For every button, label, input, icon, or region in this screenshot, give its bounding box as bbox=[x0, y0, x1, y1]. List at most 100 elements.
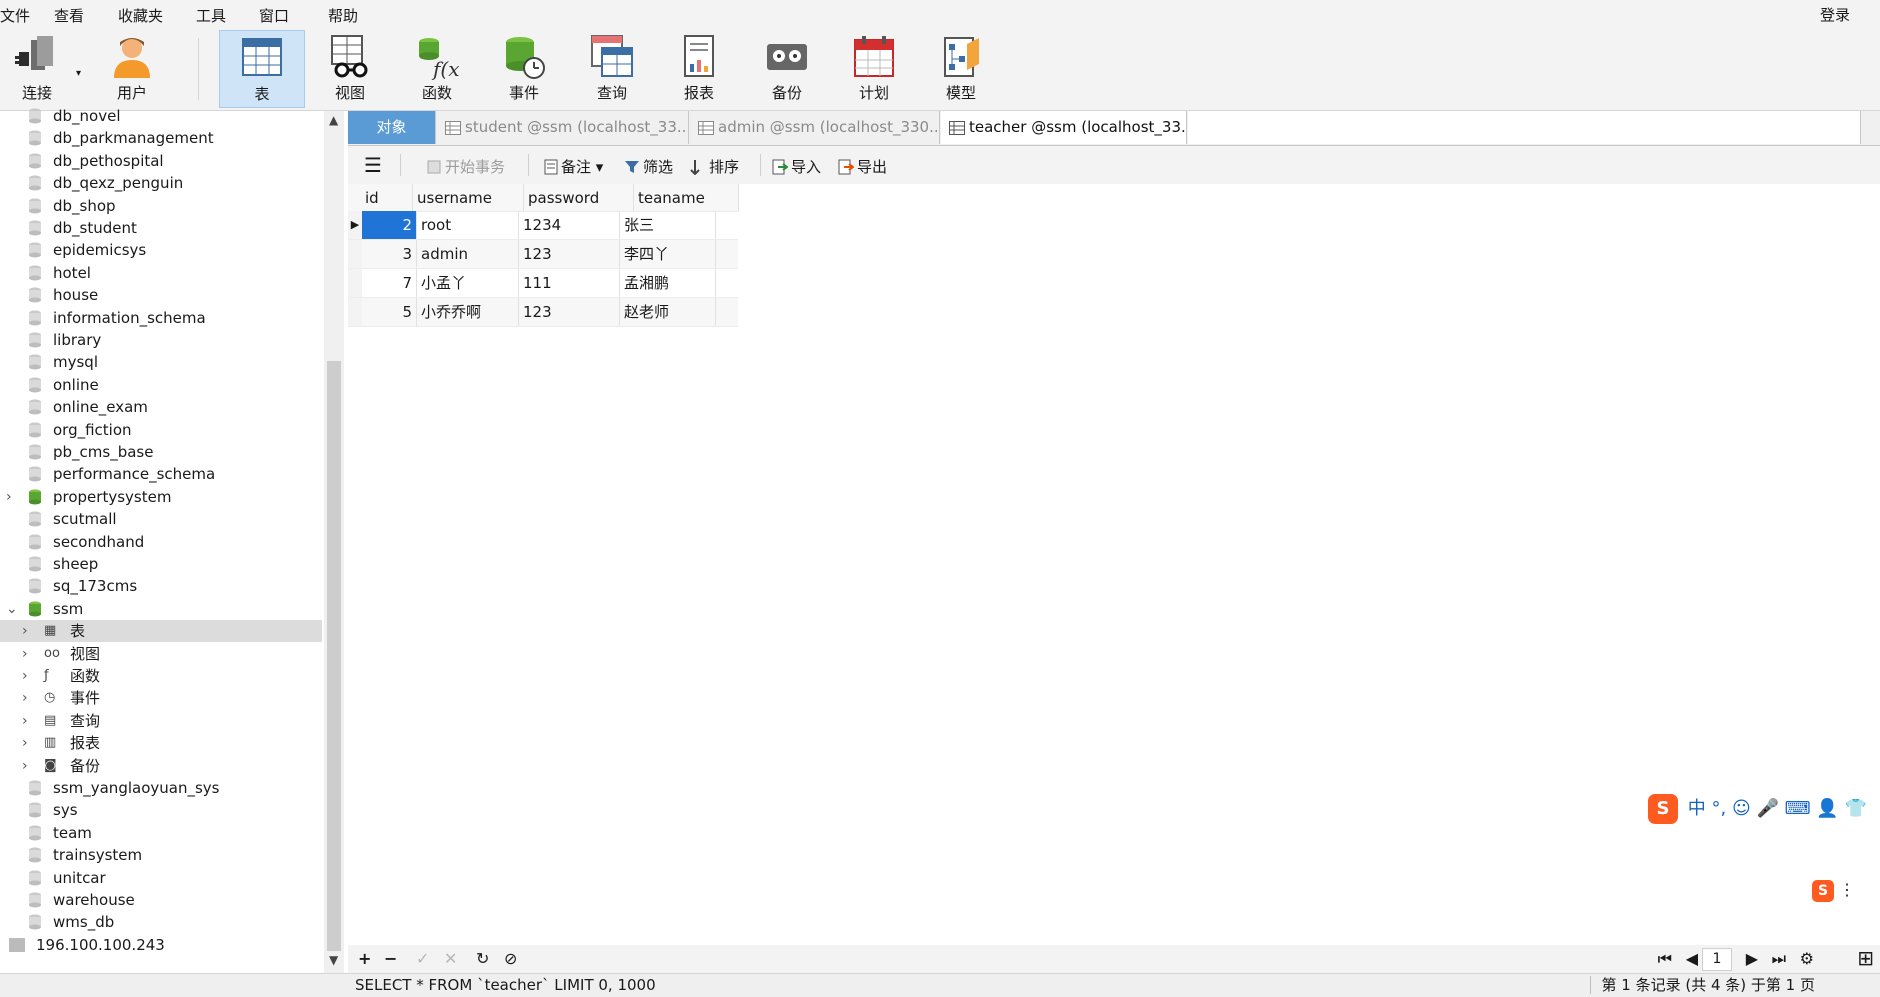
tree-item-database[interactable]: warehouse bbox=[0, 889, 322, 911]
column-header-teaname[interactable]: teaname bbox=[633, 184, 739, 212]
table-row[interactable]: 3 admin 123 李四丫 bbox=[348, 240, 738, 269]
collapse-arrow-icon[interactable]: ⌄ bbox=[6, 598, 18, 620]
grid-view-icon[interactable]: ⊞ bbox=[1857, 946, 1874, 970]
cell-password[interactable]: 123 bbox=[519, 298, 620, 326]
tab-teacher[interactable]: teacher @ssm (localhost_33... bbox=[941, 111, 1187, 144]
tree-item-ssm-report[interactable]: › ▥ 报表 bbox=[0, 732, 322, 754]
toolbar-table-button[interactable]: 表 bbox=[219, 30, 305, 108]
tree-item-database[interactable]: trainsystem bbox=[0, 844, 322, 866]
last-page-icon[interactable]: ⏭ bbox=[1772, 949, 1786, 969]
column-header-id[interactable]: id bbox=[348, 184, 413, 212]
tree-item-database[interactable]: scutmall bbox=[0, 508, 322, 530]
toolbar-model-button[interactable]: 模型 bbox=[920, 30, 1002, 108]
skin-icon[interactable]: 👕 bbox=[1844, 798, 1866, 819]
cell-id[interactable]: 5 bbox=[362, 298, 417, 326]
expand-arrow-icon[interactable]: › bbox=[22, 665, 28, 687]
cell-username[interactable]: admin bbox=[417, 240, 519, 268]
cell-id[interactable]: 2 bbox=[362, 211, 417, 239]
cell-teaname[interactable]: 赵老师 bbox=[620, 298, 716, 326]
hamburger-menu-icon[interactable]: ☰ bbox=[364, 153, 382, 177]
toolbar-query-button[interactable]: 查询 bbox=[571, 30, 653, 108]
user-status-icon[interactable]: 👤 bbox=[1816, 798, 1838, 819]
menu-help[interactable]: 帮助 bbox=[328, 5, 358, 26]
table-row[interactable]: 7 小孟丫 111 孟湘鹏 bbox=[348, 269, 738, 298]
cell-teaname[interactable]: 孟湘鹏 bbox=[620, 269, 716, 297]
tree-item-ssm-view[interactable]: › oo 视图 bbox=[0, 643, 322, 665]
expand-arrow-icon[interactable]: › bbox=[22, 687, 28, 709]
tree-item-database[interactable]: db_novel bbox=[0, 105, 322, 127]
tree-item-ssm-table[interactable]: › ▦ 表 bbox=[0, 620, 322, 643]
scrollbar-thumb[interactable] bbox=[327, 361, 341, 951]
connect-dropdown-icon[interactable]: ▾ bbox=[76, 68, 81, 79]
tree-item-database[interactable]: sheep bbox=[0, 553, 322, 575]
toolbar-schedule-button[interactable]: 计划 bbox=[833, 30, 915, 108]
tree-item-database[interactable]: db_qexz_penguin bbox=[0, 172, 322, 194]
tree-item-database[interactable]: performance_schema bbox=[0, 463, 322, 485]
expand-arrow-icon[interactable]: › bbox=[22, 643, 28, 665]
tab-student[interactable]: student @ssm (localhost_33... bbox=[437, 111, 689, 144]
expand-arrow-icon[interactable]: › bbox=[22, 620, 28, 642]
scroll-up-icon[interactable]: ▲ bbox=[329, 113, 338, 127]
tree-item-database[interactable]: db_shop bbox=[0, 195, 322, 217]
stop-icon[interactable]: ⊘ bbox=[504, 949, 517, 968]
tree-item-database[interactable]: online bbox=[0, 374, 322, 396]
tree-item-database[interactable]: unitcar bbox=[0, 867, 322, 889]
ime-toolbar[interactable]: S 中 °, ☺ 🎤 ⌨ 👤 👕 bbox=[1648, 794, 1867, 824]
page-number-input[interactable]: 1 bbox=[1702, 948, 1732, 971]
row-indicator[interactable] bbox=[348, 269, 362, 297]
tree-item-ssm-backup[interactable]: › ◙ 备份 bbox=[0, 755, 322, 777]
tree-scrollbar[interactable]: ▲ ▼ bbox=[324, 111, 344, 973]
column-header-username[interactable]: username bbox=[412, 184, 524, 212]
sort-button[interactable]: 排序 bbox=[690, 156, 739, 177]
table-row[interactable]: 5 小乔乔啊 123 赵老师 bbox=[348, 298, 738, 327]
tab-admin[interactable]: admin @ssm (localhost_330... bbox=[690, 111, 940, 144]
tab-objects[interactable]: 对象 bbox=[348, 111, 436, 144]
tree-item-database[interactable]: ssm_yanglaoyuan_sys bbox=[0, 777, 322, 799]
expand-arrow-icon[interactable]: › bbox=[22, 710, 28, 732]
import-button[interactable]: 导入 bbox=[772, 156, 821, 177]
menu-file[interactable]: 文件 bbox=[0, 5, 30, 26]
row-indicator[interactable] bbox=[348, 298, 362, 326]
ime-lang[interactable]: 中 bbox=[1688, 798, 1706, 819]
filter-button[interactable]: 筛选 bbox=[624, 156, 673, 177]
cell-teaname[interactable]: 李四丫 bbox=[620, 240, 716, 268]
microphone-icon[interactable]: 🎤 bbox=[1756, 798, 1778, 819]
tree-item-database[interactable]: sq_173cms bbox=[0, 575, 322, 597]
delete-record-icon[interactable]: − bbox=[384, 949, 397, 968]
menu-tools[interactable]: 工具 bbox=[196, 5, 226, 26]
previous-page-icon[interactable]: ◀ bbox=[1686, 949, 1698, 968]
toolbar-event-button[interactable]: 事件 bbox=[483, 30, 565, 108]
cell-username[interactable]: 小孟丫 bbox=[417, 269, 519, 297]
column-header-password[interactable]: password bbox=[523, 184, 634, 212]
toolbar-view-button[interactable]: 视图 bbox=[309, 30, 391, 108]
tree-item-database[interactable]: mysql bbox=[0, 351, 322, 373]
expand-arrow-icon[interactable]: › bbox=[6, 486, 12, 508]
toolbar-user-button[interactable]: 用户 bbox=[91, 30, 173, 108]
settings-gear-icon[interactable]: ⚙ bbox=[1800, 949, 1814, 968]
punctuation-icon[interactable]: °, bbox=[1711, 798, 1726, 819]
cell-username[interactable]: root bbox=[417, 211, 519, 239]
tree-item-propertysystem[interactable]: › propertysystem bbox=[0, 486, 322, 508]
tree-item-database[interactable]: hotel bbox=[0, 262, 322, 284]
toolbar-connect-button[interactable]: 连接 bbox=[0, 30, 78, 108]
cell-username[interactable]: 小乔乔啊 bbox=[417, 298, 519, 326]
row-indicator[interactable] bbox=[348, 240, 362, 268]
expand-arrow-icon[interactable]: › bbox=[22, 732, 28, 754]
apply-changes-icon[interactable]: ✓ bbox=[416, 949, 429, 968]
tree-item-ssm-query[interactable]: › ▤ 查询 bbox=[0, 710, 322, 732]
scroll-down-icon[interactable]: ▼ bbox=[329, 953, 338, 967]
tree-item-database[interactable]: pb_cms_base bbox=[0, 441, 322, 463]
next-page-icon[interactable]: ▶ bbox=[1746, 949, 1758, 968]
more-icon[interactable]: ⋮ bbox=[1839, 880, 1855, 899]
tree-item-database[interactable]: org_fiction bbox=[0, 419, 322, 441]
tree-item-database[interactable]: epidemicsys bbox=[0, 239, 322, 261]
tree-item-ssm-event[interactable]: › ◷ 事件 bbox=[0, 687, 322, 709]
toolbar-function-button[interactable]: f(x) 函数 bbox=[396, 30, 478, 108]
begin-transaction-button[interactable]: 开始事务 bbox=[426, 156, 505, 177]
add-record-icon[interactable]: + bbox=[358, 949, 371, 968]
tree-item-host[interactable]: 196.100.100.243 bbox=[0, 934, 322, 956]
tree-item-database[interactable]: information_schema bbox=[0, 307, 322, 329]
discard-changes-icon[interactable]: ✕ bbox=[444, 949, 457, 968]
tree-item-database[interactable]: wms_db bbox=[0, 911, 322, 933]
login-link[interactable]: 登录 bbox=[1820, 4, 1850, 25]
